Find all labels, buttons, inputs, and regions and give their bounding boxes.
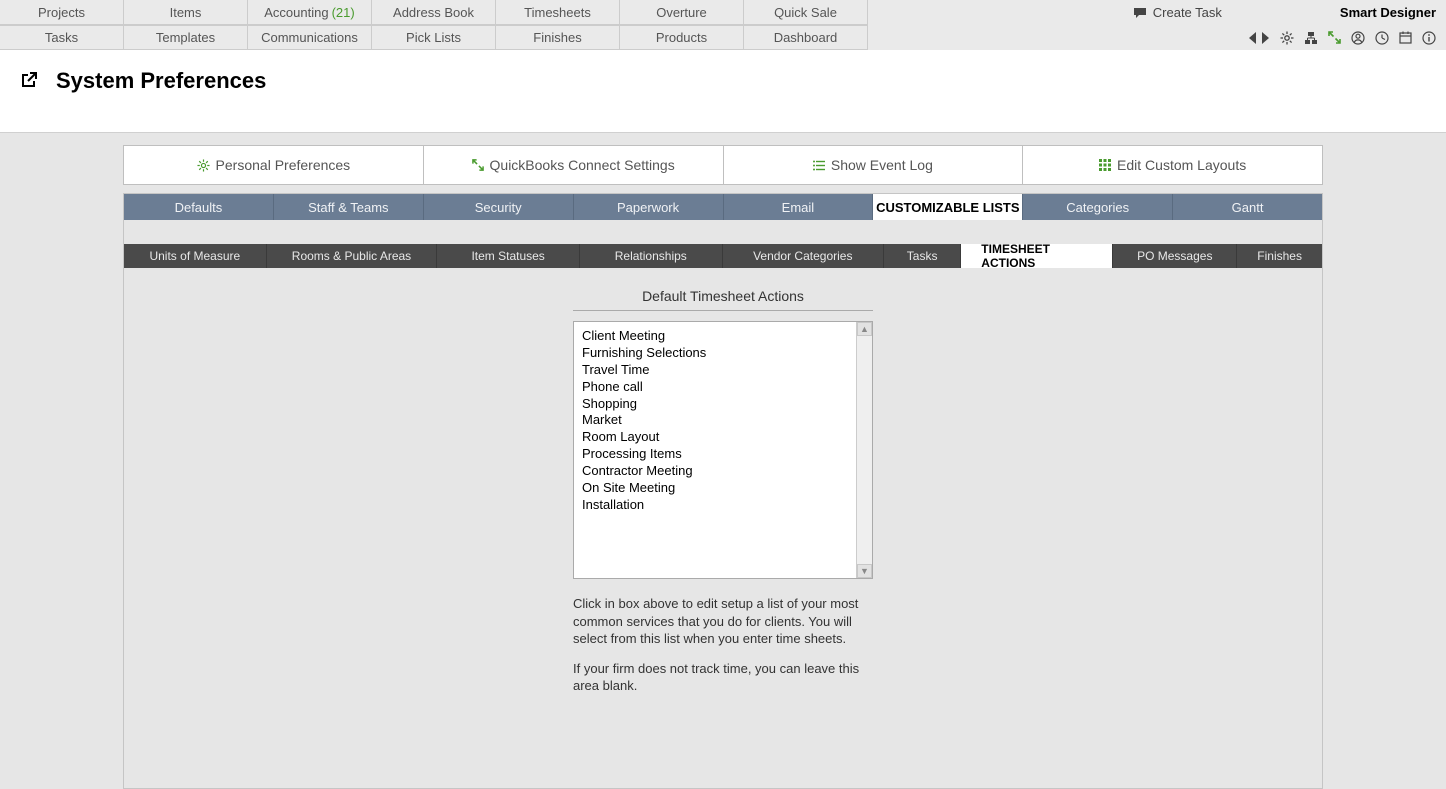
tab-units-of-measure[interactable]: Units of Measure — [124, 244, 267, 268]
tab-email[interactable]: Email — [724, 194, 874, 220]
personal-preferences-button[interactable]: Personal Preferences — [124, 146, 424, 184]
nav-pick-lists[interactable]: Pick Lists — [372, 25, 496, 50]
tab-security[interactable]: Security — [424, 194, 574, 220]
hierarchy-icon[interactable] — [1304, 31, 1318, 45]
nav-accounting[interactable]: Accounting(21) — [248, 0, 372, 25]
popout-icon[interactable] — [20, 71, 38, 89]
tab-paperwork[interactable]: Paperwork — [574, 194, 724, 220]
brand-label: Smart Designer — [1340, 5, 1436, 20]
topnav-right: Create Task Smart Designer — [1133, 0, 1446, 50]
action-label: Show Event Log — [831, 157, 933, 173]
tab-categories[interactable]: Categories — [1023, 194, 1173, 220]
page-title: System Preferences — [56, 68, 266, 94]
content-panel: Default Timesheet Actions Client Meeting… — [124, 268, 1322, 768]
tab-tasks-sub[interactable]: Tasks — [884, 244, 961, 268]
tab-rooms-public-areas[interactable]: Rooms & Public Areas — [267, 244, 438, 268]
actions-row: Personal Preferences QuickBooks Connect … — [123, 145, 1323, 185]
grid-icon — [1099, 159, 1111, 171]
help-paragraph-2: If your firm does not track time, you ca… — [573, 660, 873, 695]
scrollbar[interactable]: ▲ ▼ — [856, 322, 872, 578]
calendar-icon[interactable] — [1399, 31, 1412, 44]
tab-item-statuses[interactable]: Item Statuses — [437, 244, 580, 268]
tab-customizable-lists[interactable]: CUSTOMIZABLE LISTS — [873, 194, 1023, 220]
nav-row-1: Projects Items Accounting(21) Address Bo… — [0, 0, 868, 25]
nav-finishes[interactable]: Finishes — [496, 25, 620, 50]
nav-row-2: Tasks Templates Communications Pick List… — [0, 25, 868, 50]
topnav-tabs: Projects Items Accounting(21) Address Bo… — [0, 0, 868, 50]
nav-products[interactable]: Products — [620, 25, 744, 50]
nav-items[interactable]: Items — [124, 0, 248, 25]
tabs-secondary: Units of Measure Rooms & Public Areas It… — [124, 244, 1322, 268]
nav-overture[interactable]: Overture — [620, 0, 744, 25]
speech-bubble-icon — [1133, 7, 1147, 19]
tab-vendor-categories[interactable]: Vendor Categories — [723, 244, 884, 268]
accounting-badge: (21) — [332, 5, 355, 20]
list-item[interactable]: Market — [582, 412, 848, 429]
tab-timesheet-actions[interactable]: TIMESHEET ACTIONS — [961, 244, 1113, 268]
top-navigation: Projects Items Accounting(21) Address Bo… — [0, 0, 1446, 50]
list-item[interactable]: Installation — [582, 497, 848, 514]
expand-icon[interactable] — [1328, 31, 1341, 44]
create-task-label: Create Task — [1153, 5, 1222, 20]
nav-dashboard[interactable]: Dashboard — [744, 25, 868, 50]
tab-finishes-sub[interactable]: Finishes — [1237, 244, 1322, 268]
gear-icon[interactable] — [1280, 31, 1294, 45]
list-item[interactable]: Shopping — [582, 396, 848, 413]
list-item[interactable]: Phone call — [582, 379, 848, 396]
show-event-log-button[interactable]: Show Event Log — [724, 146, 1024, 184]
nav-templates[interactable]: Templates — [124, 25, 248, 50]
list-item[interactable]: Processing Items — [582, 446, 848, 463]
list-item[interactable]: Room Layout — [582, 429, 848, 446]
edit-custom-layouts-button[interactable]: Edit Custom Layouts — [1023, 146, 1322, 184]
nav-tasks[interactable]: Tasks — [0, 25, 124, 50]
timesheet-actions-listbox[interactable]: Client MeetingFurnishing SelectionsTrave… — [573, 321, 873, 579]
list-item[interactable]: Contractor Meeting — [582, 463, 848, 480]
tab-gantt[interactable]: Gantt — [1173, 194, 1322, 220]
list-item[interactable]: On Site Meeting — [582, 480, 848, 497]
tab-po-messages[interactable]: PO Messages — [1113, 244, 1237, 268]
listbox-content[interactable]: Client MeetingFurnishing SelectionsTrave… — [574, 322, 856, 578]
nav-timesheets[interactable]: Timesheets — [496, 0, 620, 25]
tab-staff-teams[interactable]: Staff & Teams — [274, 194, 424, 220]
create-task-button[interactable]: Create Task — [1133, 5, 1222, 20]
help-text: Click in box above to edit setup a list … — [573, 595, 873, 695]
info-icon[interactable] — [1422, 31, 1436, 45]
nav-forward-icon[interactable] — [1261, 32, 1270, 44]
sub-area: Units of Measure Rooms & Public Areas It… — [124, 220, 1322, 768]
tab-defaults[interactable]: Defaults — [124, 194, 274, 220]
list-icon — [813, 160, 825, 171]
user-icon[interactable] — [1351, 31, 1365, 45]
tab-relationships[interactable]: Relationships — [580, 244, 723, 268]
list-item[interactable]: Travel Time — [582, 362, 848, 379]
quickbooks-settings-button[interactable]: QuickBooks Connect Settings — [424, 146, 724, 184]
tabs-primary: Defaults Staff & Teams Security Paperwor… — [124, 194, 1322, 220]
list-item[interactable]: Client Meeting — [582, 328, 848, 345]
title-section: System Preferences — [0, 50, 1446, 133]
nav-address-book[interactable]: Address Book — [372, 0, 496, 25]
expand-icon — [472, 159, 484, 171]
gear-icon — [197, 159, 210, 172]
action-label: QuickBooks Connect Settings — [490, 157, 675, 173]
action-label: Personal Preferences — [216, 157, 351, 173]
nav-projects[interactable]: Projects — [0, 0, 124, 25]
clock-icon[interactable] — [1375, 31, 1389, 45]
nav-communications[interactable]: Communications — [248, 25, 372, 50]
nav-quick-sale[interactable]: Quick Sale — [744, 0, 868, 25]
panel-heading: Default Timesheet Actions — [573, 288, 873, 311]
action-label: Edit Custom Layouts — [1117, 157, 1246, 173]
scroll-down-icon[interactable]: ▼ — [857, 564, 872, 578]
nav-back-icon[interactable] — [1248, 32, 1257, 44]
main-container: Defaults Staff & Teams Security Paperwor… — [123, 193, 1323, 789]
scroll-up-icon[interactable]: ▲ — [857, 322, 872, 336]
help-paragraph-1: Click in box above to edit setup a list … — [573, 595, 873, 648]
list-item[interactable]: Furnishing Selections — [582, 345, 848, 362]
